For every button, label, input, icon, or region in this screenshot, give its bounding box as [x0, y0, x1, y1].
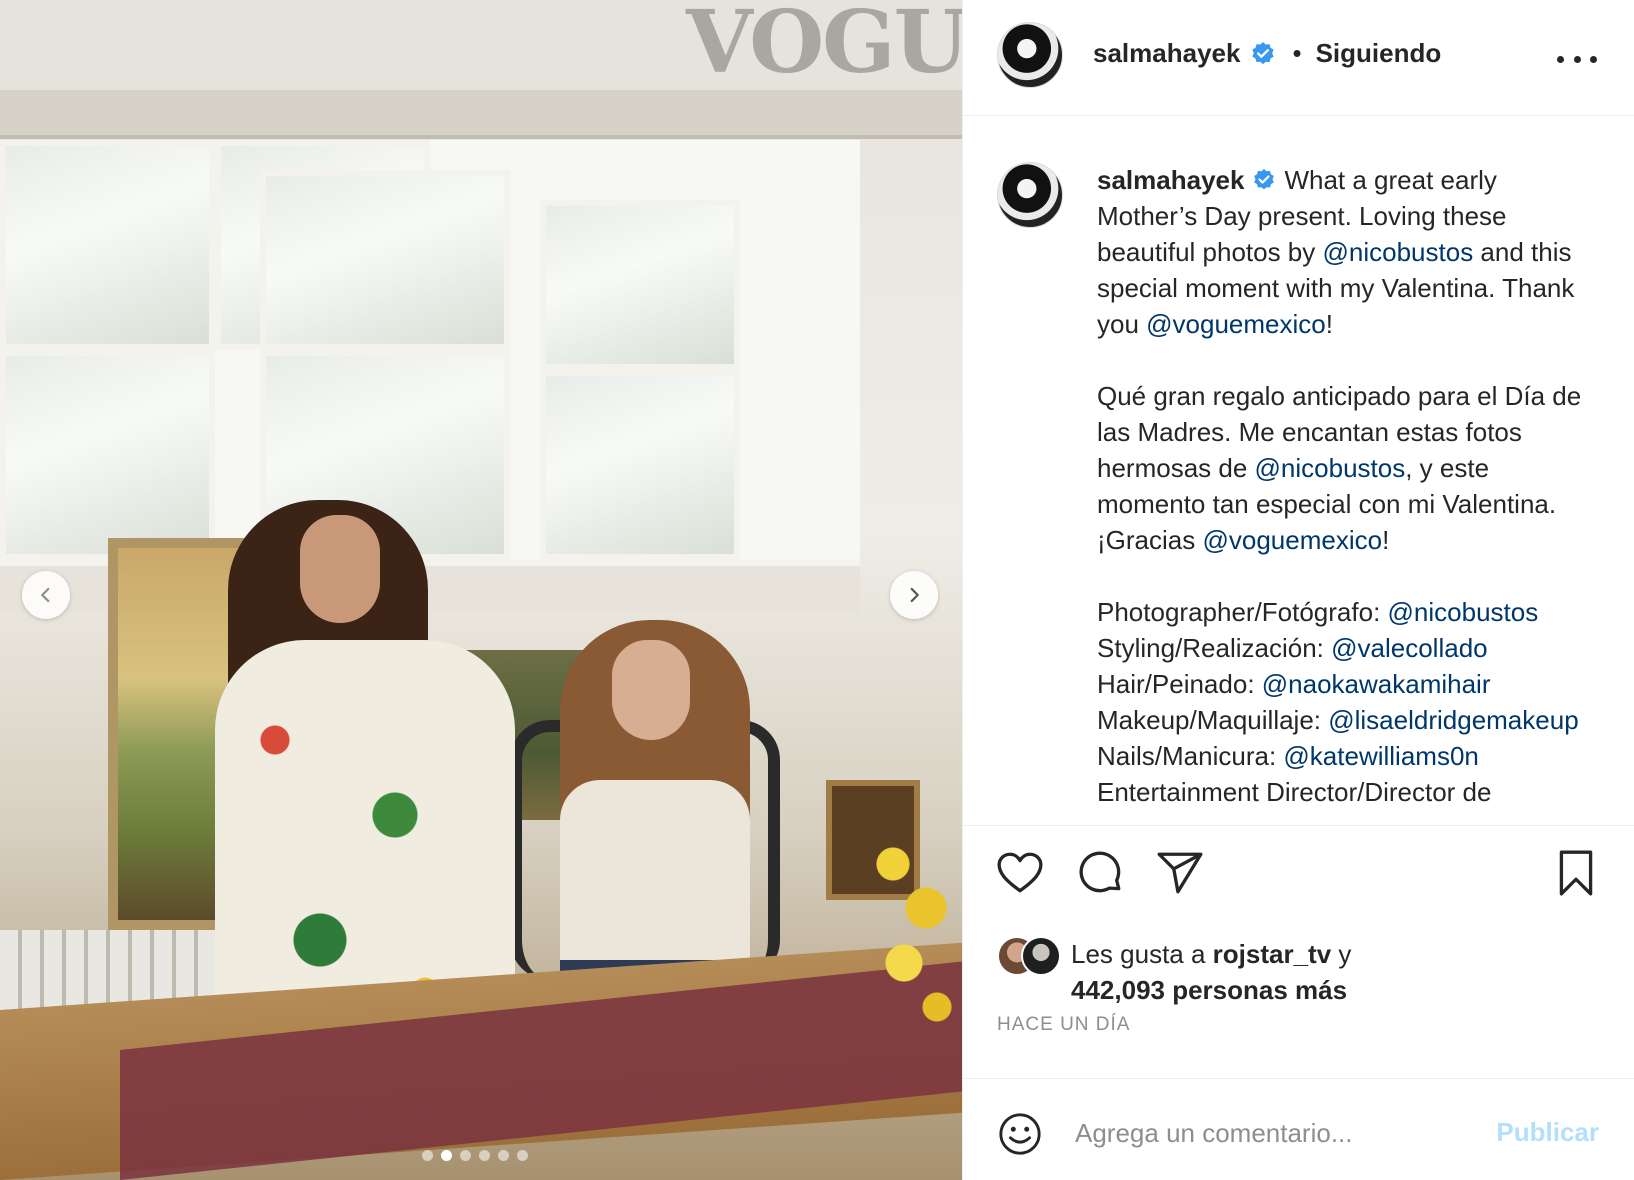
mention-link[interactable]: @voguemexico	[1202, 525, 1382, 555]
mention-link[interactable]: @voguemexico	[1146, 309, 1326, 339]
mention-link[interactable]: @lisaeldridgemakeup	[1328, 705, 1578, 735]
verified-badge-icon	[1252, 41, 1275, 64]
credit-line: Entertainment Director/Director de	[1097, 774, 1597, 810]
credit-line: Nails/Manicura: @katewilliams0n	[1097, 738, 1597, 774]
credit-line: Styling/Realización: @valecollado	[1097, 630, 1597, 666]
header-separator: •	[1292, 38, 1302, 68]
credit-line: Photographer/Fotógrafo: @nicobustos	[1097, 594, 1597, 630]
carousel-indicator	[422, 1150, 528, 1161]
author-avatar[interactable]	[997, 22, 1063, 88]
vogue-watermark: VOGUE	[686, 0, 962, 93]
caption-text-segment: !	[1325, 309, 1333, 339]
carousel-dot	[479, 1150, 490, 1161]
comment-bubble-icon	[1079, 851, 1121, 893]
mention-link[interactable]: @nicobustos	[1388, 597, 1539, 627]
credit-label: Entertainment Director/Director de	[1097, 777, 1492, 807]
post-actions	[963, 848, 1634, 908]
publish-comment-button[interactable]: Publicar	[1496, 1117, 1599, 1148]
author-info: salmahayek • Siguiendo	[1093, 38, 1441, 69]
carousel-dot	[517, 1150, 528, 1161]
following-button[interactable]: Siguiendo	[1316, 38, 1442, 69]
like-button[interactable]	[995, 848, 1045, 898]
heart-icon	[997, 852, 1043, 893]
mention-link[interactable]: @valecollado	[1331, 633, 1487, 663]
emoji-icon[interactable]	[997, 1111, 1043, 1157]
more-options-icon[interactable]	[1557, 44, 1597, 74]
caption-scroll-area[interactable]: salmahayek What a great early Mother’s Da…	[963, 116, 1634, 826]
chevron-right-icon	[910, 587, 919, 603]
credit-line: Hair/Peinado: @naokawakamihair	[1097, 666, 1597, 702]
verified-badge-icon	[1254, 169, 1275, 190]
carousel-previous-button[interactable]	[22, 571, 70, 619]
mention-link[interactable]: @katewilliams0n	[1283, 741, 1478, 771]
post-timestamp[interactable]: HACE UN DÍA	[997, 1014, 1130, 1036]
photo-woman-right-face	[612, 640, 690, 740]
liker-avatars	[997, 936, 1071, 976]
mention-link[interactable]: @nicobustos	[1323, 237, 1474, 267]
photo-yellow-flowers	[860, 820, 962, 1040]
share-button[interactable]	[1155, 848, 1205, 898]
comment-button[interactable]	[1075, 848, 1125, 898]
caption-text-segment: !	[1382, 525, 1390, 555]
caption-paragraph-spanish: Qué gran regalo anticipado para el Día d…	[1097, 378, 1597, 558]
likes-suffix: y	[1331, 939, 1352, 969]
chevron-left-icon	[41, 587, 50, 603]
carousel-dot	[498, 1150, 509, 1161]
post-media-carousel[interactable]: VOGUE	[0, 0, 962, 1180]
caption-credits: Photographer/Fotógrafo: @nicobustos Styli…	[1097, 594, 1597, 810]
mention-link[interactable]: @naokawakamihair	[1262, 669, 1491, 699]
post-header: salmahayek • Siguiendo	[963, 0, 1634, 116]
instagram-post: VOGUE salmahayek • Siguiendo	[0, 0, 1634, 1180]
save-button[interactable]	[1551, 848, 1601, 898]
caption-author-avatar[interactable]	[997, 162, 1063, 228]
author-username[interactable]: salmahayek	[1093, 38, 1240, 69]
carousel-next-button[interactable]	[890, 571, 938, 619]
carousel-dot	[422, 1150, 433, 1161]
mention-link[interactable]: @nicobustos	[1255, 453, 1406, 483]
credit-label: Hair/Peinado:	[1097, 669, 1262, 699]
post-side-panel: salmahayek • Siguiendo salmahayek What a …	[962, 0, 1634, 1180]
caption-paragraph-english: salmahayek What a great early Mother’s Da…	[1097, 162, 1597, 342]
carousel-dot	[441, 1150, 452, 1161]
credit-label: Styling/Realización:	[1097, 633, 1332, 663]
credit-label: Nails/Manicura:	[1097, 741, 1284, 771]
credit-label: Makeup/Maquillaje:	[1097, 705, 1329, 735]
caption-username[interactable]: salmahayek	[1097, 165, 1244, 195]
carousel-dot	[460, 1150, 471, 1161]
bookmark-icon	[1559, 850, 1593, 896]
photo-woman-right-top	[560, 780, 750, 980]
paper-plane-icon	[1157, 852, 1203, 894]
liker-username[interactable]: rojstar_tv	[1213, 939, 1332, 969]
credit-line: Makeup/Maquillaje: @lisaeldridgemakeup	[1097, 702, 1597, 738]
liker-avatar[interactable]	[1021, 936, 1061, 976]
likes-prefix: Les gusta a	[1071, 939, 1213, 969]
caption-text: salmahayek What a great early Mother’s Da…	[1097, 162, 1597, 810]
photo-window-blind	[0, 90, 962, 139]
likes-text: Les gusta a rojstar_tv y	[1071, 936, 1351, 972]
likes-count[interactable]: 442,093 personas más	[1071, 972, 1347, 1008]
photo-woman-left-face	[300, 515, 380, 623]
credit-label: Photographer/Fotógrafo:	[1097, 597, 1388, 627]
comment-input[interactable]	[1073, 1107, 1497, 1159]
add-comment-bar: Publicar	[963, 1078, 1634, 1180]
photo-window	[0, 140, 860, 560]
